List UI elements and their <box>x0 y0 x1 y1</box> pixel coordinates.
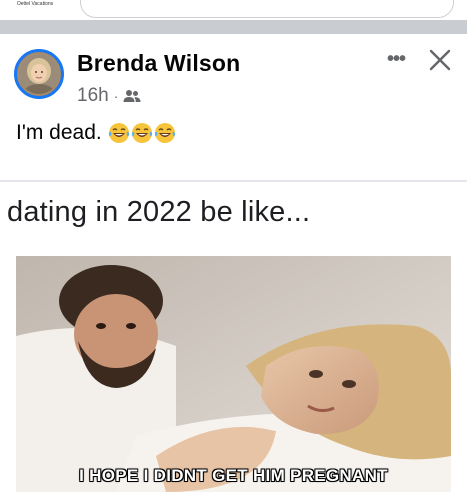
meta-separator: · <box>113 88 119 104</box>
previous-post-box[interactable] <box>80 0 454 18</box>
more-dots-icon[interactable]: ••• <box>384 49 408 69</box>
laughing-tears-emoji-icon <box>131 123 152 143</box>
caption-text: I'm dead. <box>16 121 102 144</box>
meme-photo-illustration <box>16 256 451 492</box>
feed-divider <box>0 20 467 34</box>
emoji-group <box>108 122 176 144</box>
avatar[interactable] <box>14 49 64 99</box>
post-time[interactable]: 16h <box>77 85 109 107</box>
meme-top-divider <box>0 180 467 182</box>
avatar-photo <box>19 54 59 94</box>
author-name[interactable]: Brenda Wilson <box>77 50 240 77</box>
meme-image[interactable]: I HOPE I DIDNT GET HIM PREGNANT <box>16 256 451 492</box>
meme-image-caption: I HOPE I DIDNT GET HIM PREGNANT <box>79 466 388 485</box>
previous-post-remnant: Oettel Vacations <box>0 0 467 20</box>
close-icon[interactable] <box>428 48 452 72</box>
meme-top-text: dating in 2022 be like... <box>7 196 311 228</box>
friends-icon[interactable] <box>123 89 141 103</box>
post-meta: 16h · <box>77 85 141 107</box>
laughing-tears-emoji-icon <box>108 123 129 143</box>
post-header: Brenda Wilson 16h · ••• <box>0 34 467 114</box>
mini-logo-text: Oettel Vacations <box>16 1 54 7</box>
post-caption: I'm dead. <box>16 121 176 145</box>
mini-logo: Oettel Vacations <box>14 1 56 15</box>
laughing-tears-emoji-icon <box>154 123 175 143</box>
